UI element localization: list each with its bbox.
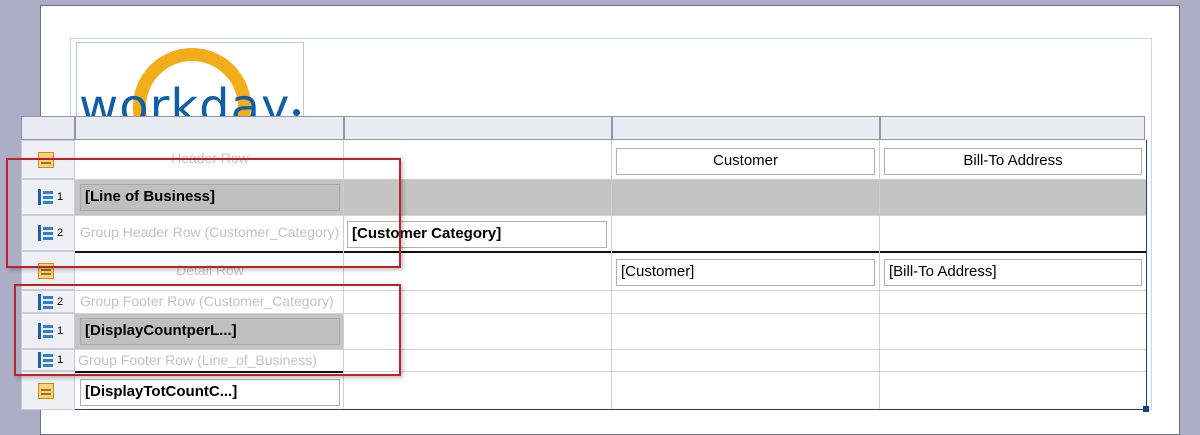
logo-dot-icon — [293, 109, 300, 116]
column-divider — [611, 140, 612, 410]
row-divider — [343, 371, 1146, 372]
bill-to-address-field[interactable]: [Bill-To Address] — [884, 259, 1142, 286]
customer-header-cell[interactable]: Customer — [616, 148, 875, 175]
tablix-border-bottom — [21, 409, 1147, 410]
table-row-icon — [38, 382, 54, 399]
tablix-corner-handle[interactable] — [21, 116, 75, 140]
tablix-resize-handle[interactable] — [1143, 406, 1149, 412]
column-handle-3[interactable] — [612, 116, 880, 140]
logo-text: workday — [79, 79, 291, 117]
group-header-highlight — [6, 158, 401, 268]
column-handle-4[interactable] — [880, 116, 1145, 140]
column-divider — [879, 140, 880, 410]
column-handle-2[interactable] — [344, 116, 612, 140]
tablix-border-right — [1146, 140, 1147, 410]
display-total-count-field[interactable]: [DisplayTotCountC...] — [80, 379, 340, 406]
bill-to-header-cell[interactable]: Bill-To Address — [884, 148, 1142, 175]
workday-logo[interactable]: workday — [76, 42, 304, 117]
column-handle-1[interactable] — [75, 116, 344, 140]
customer-field[interactable]: [Customer] — [616, 259, 875, 286]
group-footer-highlight — [14, 284, 401, 376]
row-handle-total[interactable] — [21, 371, 75, 410]
